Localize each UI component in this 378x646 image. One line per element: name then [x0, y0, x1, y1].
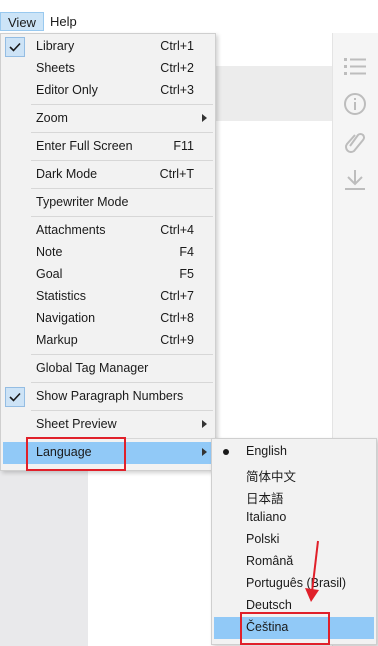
menu-item-sheets[interactable]: Sheets Ctrl+2: [3, 58, 213, 80]
language-label: Polski: [246, 532, 280, 546]
language-label: Português (Brasil): [246, 576, 347, 590]
language-label: Čeština: [246, 620, 289, 634]
menu-item-shortcut: Ctrl+2: [160, 61, 194, 75]
language-submenu: English 简体中文 日本語 Italiano Polski Română …: [211, 438, 377, 645]
menu-item-label: Sheet Preview: [36, 417, 117, 431]
menu-item-label: Note: [36, 245, 63, 259]
menu-item-shortcut: Ctrl+7: [160, 289, 194, 303]
menu-item-full-screen[interactable]: Enter Full Screen F11: [3, 136, 213, 158]
view-dropdown-menu: Library Ctrl+1 Sheets Ctrl+2 Editor Only…: [0, 33, 216, 471]
paperclip-icon[interactable]: [342, 129, 368, 155]
language-item-english[interactable]: English: [214, 441, 374, 463]
menu-item-goal[interactable]: Goal F5: [3, 264, 213, 286]
menu-item-shortcut: F5: [179, 267, 194, 281]
menu-item-shortcut: Ctrl+T: [159, 167, 194, 181]
menu-separator: [31, 188, 213, 189]
menu-separator: [31, 160, 213, 161]
menu-item-shortcut: Ctrl+1: [160, 39, 194, 53]
menu-item-sheet-preview[interactable]: Sheet Preview: [3, 414, 213, 436]
help-menu[interactable]: Help: [43, 12, 84, 31]
language-item-portuguese[interactable]: Português (Brasil): [214, 573, 374, 595]
menu-item-label: Zoom: [36, 111, 68, 125]
menu-item-attachments[interactable]: Attachments Ctrl+4: [3, 220, 213, 242]
menu-item-label: Attachments: [36, 223, 106, 237]
menu-item-label: Sheets: [36, 61, 75, 75]
menu-item-editor-only[interactable]: Editor Only Ctrl+3: [3, 80, 213, 102]
menu-item-label: Editor Only: [36, 83, 98, 97]
checkmark-icon: [5, 37, 25, 57]
menu-separator: [31, 104, 213, 105]
menu-separator: [31, 410, 213, 411]
menu-item-typewriter-mode[interactable]: Typewriter Mode: [3, 192, 213, 214]
menu-item-navigation[interactable]: Navigation Ctrl+8: [3, 308, 213, 330]
menu-item-label: Navigation: [36, 311, 96, 325]
menu-item-label: Dark Mode: [36, 167, 98, 181]
menu-item-label: Enter Full Screen: [36, 139, 133, 153]
menu-item-label: Typewriter Mode: [36, 195, 129, 209]
info-icon[interactable]: [342, 91, 368, 117]
language-item-japanese[interactable]: 日本語: [214, 485, 374, 507]
language-label: 日本語: [246, 492, 284, 506]
menu-item-shortcut: F11: [173, 139, 194, 153]
menu-item-shortcut: Ctrl+4: [160, 223, 194, 237]
menu-item-markup[interactable]: Markup Ctrl+9: [3, 330, 213, 352]
menu-item-label: Show Paragraph Numbers: [36, 389, 184, 403]
menu-item-note[interactable]: Note F4: [3, 242, 213, 264]
menu-item-shortcut: Ctrl+3: [160, 83, 194, 97]
menu-item-zoom[interactable]: Zoom: [3, 108, 213, 130]
language-item-german[interactable]: Deutsch: [214, 595, 374, 617]
menu-separator: [31, 216, 213, 217]
menu-bar: View Help: [0, 0, 378, 34]
menu-item-show-paragraph-numbers[interactable]: Show Paragraph Numbers: [3, 386, 213, 408]
language-item-polish[interactable]: Polski: [214, 529, 374, 551]
download-icon[interactable]: [342, 167, 368, 193]
menu-item-library[interactable]: Library Ctrl+1: [3, 36, 213, 58]
annotation-arrow-icon: [305, 540, 319, 602]
submenu-arrow-icon: [202, 114, 207, 122]
menu-item-dark-mode[interactable]: Dark Mode Ctrl+T: [3, 164, 213, 186]
submenu-arrow-icon: [202, 448, 207, 456]
menu-separator: [31, 132, 213, 133]
menu-item-global-tag-manager[interactable]: Global Tag Manager: [3, 358, 213, 380]
menu-item-statistics[interactable]: Statistics Ctrl+7: [3, 286, 213, 308]
language-label: Italiano: [246, 510, 287, 524]
radio-dot-icon: [223, 449, 229, 455]
menu-item-shortcut: Ctrl+9: [160, 333, 194, 347]
menu-item-label: Statistics: [36, 289, 87, 303]
language-item-chinese[interactable]: 简体中文: [214, 463, 374, 485]
menu-item-label: Library: [36, 39, 75, 53]
language-item-czech[interactable]: Čeština: [214, 617, 374, 639]
language-label: Română: [246, 554, 294, 568]
language-label: 简体中文: [246, 470, 297, 484]
menu-item-label: Goal: [36, 267, 63, 281]
checkmark-icon: [5, 387, 25, 407]
menu-item-label: Markup: [36, 333, 78, 347]
menu-separator: [31, 382, 213, 383]
menu-separator: [31, 354, 213, 355]
language-item-romanian[interactable]: Română: [214, 551, 374, 573]
menu-item-label: Language: [36, 445, 92, 459]
menu-item-shortcut: F4: [179, 245, 194, 259]
language-item-italian[interactable]: Italiano: [214, 507, 374, 529]
language-label: English: [246, 444, 287, 458]
language-label: Deutsch: [246, 598, 292, 612]
view-menu[interactable]: View: [0, 12, 44, 31]
menu-item-label: Global Tag Manager: [36, 361, 149, 375]
list-icon[interactable]: [342, 53, 368, 79]
submenu-arrow-icon: [202, 420, 207, 428]
menu-item-shortcut: Ctrl+8: [160, 311, 194, 325]
menu-separator: [31, 438, 213, 439]
menu-item-language[interactable]: Language: [3, 442, 213, 464]
